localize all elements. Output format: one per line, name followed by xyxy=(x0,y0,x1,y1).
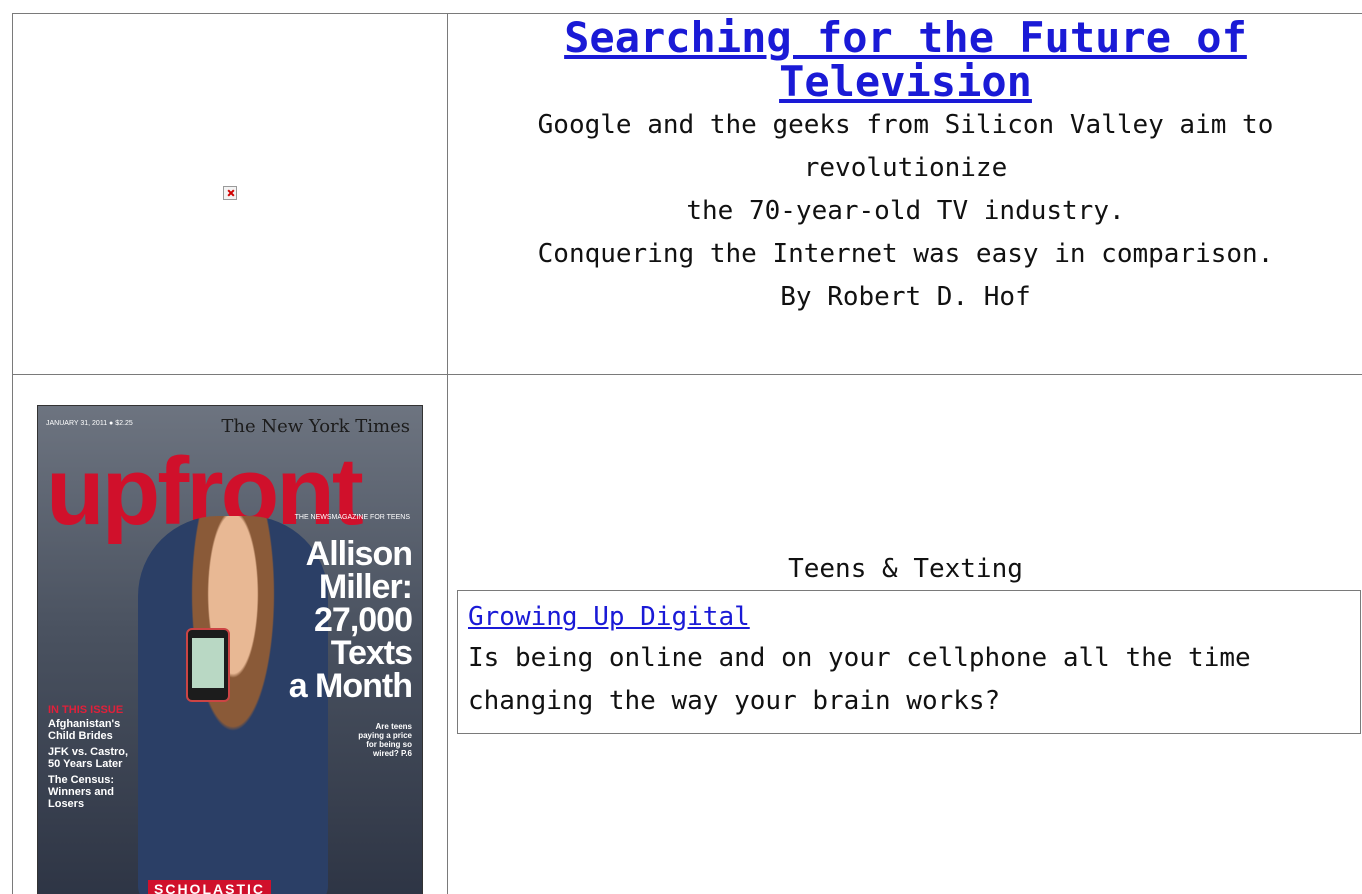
cover-nyt-logo: The New York Times xyxy=(221,416,410,437)
article-title-line2: Television xyxy=(779,56,1032,106)
article-desc-line2: revolutionize xyxy=(803,152,1008,183)
cover-dateline: JANUARY 31, 2011 ● $2.25 xyxy=(46,420,133,427)
cover-headline: Allison Miller: 27,000 Texts a Month xyxy=(288,537,413,705)
cover-teaser: Are teens paying a price for being so wi… xyxy=(358,722,412,758)
growing-up-digital-link[interactable]: Growing Up Digital xyxy=(468,602,750,632)
growing-up-digital-box: Growing Up Digital Is being online and o… xyxy=(457,589,1361,734)
magazine-cover-image[interactable]: JANUARY 31, 2011 ● $2.25 The New York Ti… xyxy=(37,405,423,894)
page: Searching for the Future of Television G… xyxy=(0,0,1362,894)
article-byline: By Robert D. Hof xyxy=(780,281,1031,312)
cover-issue-list: IN THIS ISSUE Afghanistan's Child Brides… xyxy=(48,704,138,814)
teens-texting-cell: Teens & Texting Growing Up Digital Is be… xyxy=(447,374,1362,894)
cover-issue-item: JFK vs. Castro, 50 Years Later xyxy=(48,746,129,770)
broken-image-icon[interactable] xyxy=(223,185,237,200)
article-desc-line3: the 70-year-old TV industry. xyxy=(686,195,1125,226)
article-cell: Searching for the Future of Television G… xyxy=(447,12,1362,375)
cover-phone xyxy=(186,628,230,702)
table-row: Searching for the Future of Television G… xyxy=(12,12,1362,375)
growing-up-digital-desc-line2: changing the way your brain works? xyxy=(468,685,1001,716)
cover-issue-item: Afghanistan's Child Brides xyxy=(48,718,121,742)
cover-publisher-logo: SCHOLASTIC xyxy=(148,880,271,894)
cover-issue-item: The Census: Winners and Losers xyxy=(48,774,115,810)
teens-texting-heading: Teens & Texting xyxy=(788,553,1023,584)
cover-issue-label: IN THIS ISSUE xyxy=(48,704,124,716)
table-row: JANUARY 31, 2011 ● $2.25 The New York Ti… xyxy=(12,374,1362,894)
cover-tagline: THE NEWSMAGAZINE FOR TEENS xyxy=(294,514,410,521)
broken-image-cell xyxy=(12,13,448,375)
article-title-link[interactable]: Searching for the Future of Television xyxy=(448,12,1362,106)
layout-table: Searching for the Future of Television G… xyxy=(12,13,1362,894)
article-desc-line4: Conquering the Internet was easy in comp… xyxy=(537,238,1274,269)
growing-up-digital-desc-line1: Is being online and on your cellphone al… xyxy=(468,642,1251,673)
cover-headline-line: a Month xyxy=(288,667,413,705)
teens-texting-section: Teens & Texting Growing Up Digital Is be… xyxy=(448,551,1362,734)
cover-cell: JANUARY 31, 2011 ● $2.25 The New York Ti… xyxy=(12,374,448,894)
article-desc-line1: Google and the geeks from Silicon Valley… xyxy=(537,109,1274,140)
article-title-line1: Searching for the Future of xyxy=(564,12,1247,62)
